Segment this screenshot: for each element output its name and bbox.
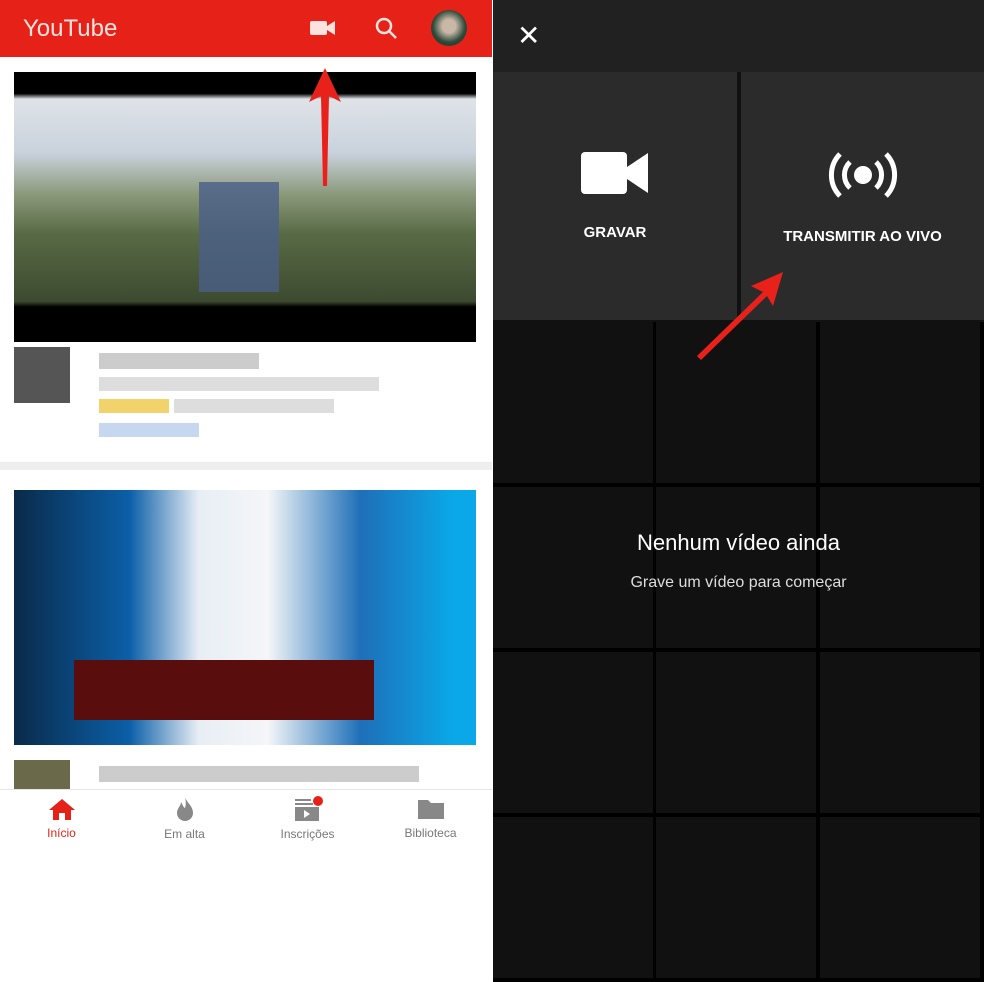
upload-screen: ✕ GRAVAR TRANSMITIR AO VIVO (function(){…	[493, 0, 984, 982]
empty-subtitle: Grave um vídeo para começar	[630, 574, 847, 591]
nav-item-inscricoes[interactable]: Inscrições	[246, 790, 369, 847]
app-header: YouTube	[0, 0, 492, 57]
youtube-home-screen: YouTube Início Em alta Inscrições Biblio…	[0, 0, 492, 847]
record-button[interactable]: GRAVAR	[493, 72, 737, 320]
empty-grid-cell	[656, 322, 820, 487]
empty-title: Nenhum vídeo ainda	[636, 530, 841, 555]
nav-label: Biblioteca	[404, 826, 457, 840]
folder-icon	[417, 800, 444, 819]
empty-grid-cell	[656, 652, 820, 817]
video-thumbnail[interactable]	[14, 72, 476, 342]
video-thumbnail[interactable]	[14, 490, 476, 745]
live-broadcast-icon	[828, 152, 897, 198]
empty-grid-cell	[820, 652, 984, 817]
nav-item-biblioteca[interactable]: Biblioteca	[369, 790, 492, 847]
bottom-navigation: Início Em alta Inscrições Biblioteca	[0, 789, 492, 847]
nav-item-em-alta[interactable]: Em alta	[123, 790, 246, 847]
empty-grid-cell	[820, 322, 984, 487]
search-icon[interactable]	[374, 16, 398, 45]
avatar[interactable]	[431, 10, 467, 46]
video-camera-icon	[581, 152, 648, 194]
empty-grid-cell	[493, 817, 657, 982]
empty-grid-cell	[493, 652, 657, 817]
empty-grid-cell	[493, 322, 657, 487]
nav-label: Inscrições	[280, 827, 335, 841]
video-card[interactable]	[0, 62, 492, 470]
empty-grid-cell	[656, 817, 820, 982]
empty-grid-cell	[820, 817, 984, 982]
video-feed	[0, 62, 492, 847]
home-icon	[48, 799, 75, 820]
nav-item-inicio[interactable]: Início	[0, 790, 123, 847]
video-camera-icon[interactable]	[310, 18, 336, 43]
nav-label: Em alta	[164, 827, 205, 841]
subscriptions-icon	[294, 796, 323, 821]
record-label: GRAVAR	[583, 224, 647, 241]
top-bar: ✕	[493, 0, 984, 72]
close-icon[interactable]: ✕	[517, 22, 540, 50]
go-live-button[interactable]: TRANSMITIR AO VIVO	[741, 72, 984, 320]
flame-icon	[176, 797, 193, 821]
empty-state: Nenhum vídeo ainda Grave um vídeo para c…	[493, 530, 984, 592]
app-title: YouTube	[23, 14, 118, 42]
live-label: TRANSMITIR AO VIVO	[783, 228, 942, 245]
nav-label: Início	[47, 826, 76, 840]
